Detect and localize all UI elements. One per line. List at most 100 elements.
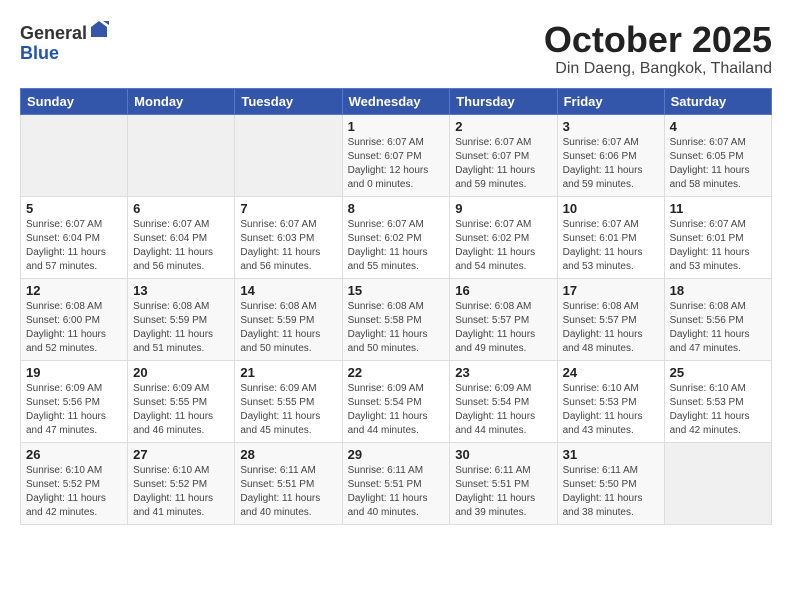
- calendar-cell: 8 Sunrise: 6:07 AMSunset: 6:02 PMDaylight…: [342, 196, 450, 278]
- calendar-cell: 30 Sunrise: 6:11 AMSunset: 5:51 PMDayligh…: [450, 442, 557, 524]
- day-number: 15: [348, 283, 445, 298]
- calendar-cell: 17 Sunrise: 6:08 AMSunset: 5:57 PMDayligh…: [557, 278, 664, 360]
- calendar-cell: 1 Sunrise: 6:07 AMSunset: 6:07 PMDaylight…: [342, 114, 450, 196]
- calendar-cell: [128, 114, 235, 196]
- weekday-header-friday: Friday: [557, 88, 664, 114]
- calendar: SundayMondayTuesdayWednesdayThursdayFrid…: [20, 88, 772, 525]
- calendar-cell: 27 Sunrise: 6:10 AMSunset: 5:52 PMDayligh…: [128, 442, 235, 524]
- calendar-cell: [235, 114, 342, 196]
- calendar-cell: 21 Sunrise: 6:09 AMSunset: 5:55 PMDayligh…: [235, 360, 342, 442]
- day-number: 6: [133, 201, 229, 216]
- day-number: 23: [455, 365, 551, 380]
- day-info: Sunrise: 6:07 AMSunset: 6:01 PMDaylight:…: [670, 218, 766, 274]
- month-title: October 2025: [544, 20, 772, 60]
- day-info: Sunrise: 6:09 AMSunset: 5:55 PMDaylight:…: [240, 382, 336, 438]
- calendar-cell: 10 Sunrise: 6:07 AMSunset: 6:01 PMDayligh…: [557, 196, 664, 278]
- day-info: Sunrise: 6:08 AMSunset: 5:59 PMDaylight:…: [133, 300, 229, 356]
- day-number: 17: [563, 283, 659, 298]
- calendar-cell: 18 Sunrise: 6:08 AMSunset: 5:56 PMDayligh…: [664, 278, 771, 360]
- day-info: Sunrise: 6:08 AMSunset: 5:58 PMDaylight:…: [348, 300, 445, 356]
- day-info: Sunrise: 6:09 AMSunset: 5:54 PMDaylight:…: [348, 382, 445, 438]
- calendar-cell: 25Sunrise: 6:10 AMSunset: 5:53 PMDayligh…: [664, 360, 771, 442]
- calendar-cell: 16 Sunrise: 6:08 AMSunset: 5:57 PMDayligh…: [450, 278, 557, 360]
- day-info: Sunrise: 6:11 AMSunset: 5:51 PMDaylight:…: [455, 464, 551, 520]
- day-info: Sunrise: 6:07 AMSunset: 6:03 PMDaylight:…: [240, 218, 336, 274]
- day-info: Sunrise: 6:07 AMSunset: 6:07 PMDaylight:…: [348, 136, 445, 192]
- calendar-cell: 28 Sunrise: 6:11 AMSunset: 5:51 PMDayligh…: [235, 442, 342, 524]
- day-number: 10: [563, 201, 659, 216]
- weekday-header-wednesday: Wednesday: [342, 88, 450, 114]
- calendar-cell: 7Sunrise: 6:07 AMSunset: 6:03 PMDaylight…: [235, 196, 342, 278]
- calendar-cell: 14 Sunrise: 6:08 AMSunset: 5:59 PMDayligh…: [235, 278, 342, 360]
- calendar-cell: 24 Sunrise: 6:10 AMSunset: 5:53 PMDayligh…: [557, 360, 664, 442]
- logo-general-text: General: [20, 23, 87, 43]
- calendar-cell: 11Sunrise: 6:07 AMSunset: 6:01 PMDayligh…: [664, 196, 771, 278]
- day-number: 21: [240, 365, 336, 380]
- weekday-header-monday: Monday: [128, 88, 235, 114]
- calendar-cell: 6Sunrise: 6:07 AMSunset: 6:04 PMDaylight…: [128, 196, 235, 278]
- day-number: 18: [670, 283, 766, 298]
- logo-icon: [89, 19, 109, 39]
- day-number: 24: [563, 365, 659, 380]
- calendar-cell: 19 Sunrise: 6:09 AMSunset: 5:56 PMDayligh…: [21, 360, 128, 442]
- calendar-cell: 31Sunrise: 6:11 AMSunset: 5:50 PMDayligh…: [557, 442, 664, 524]
- day-number: 19: [26, 365, 122, 380]
- calendar-cell: 29 Sunrise: 6:11 AMSunset: 5:51 PMDayligh…: [342, 442, 450, 524]
- day-number: 28: [240, 447, 336, 462]
- day-number: 30: [455, 447, 551, 462]
- calendar-cell: 22 Sunrise: 6:09 AMSunset: 5:54 PMDayligh…: [342, 360, 450, 442]
- day-info: Sunrise: 6:07 AMSunset: 6:04 PMDaylight:…: [26, 218, 122, 274]
- day-info: Sunrise: 6:11 AMSunset: 5:51 PMDaylight:…: [348, 464, 445, 520]
- day-info: Sunrise: 6:10 AMSunset: 5:53 PMDaylight:…: [563, 382, 659, 438]
- day-info: Sunrise: 6:10 AMSunset: 5:52 PMDaylight:…: [26, 464, 122, 520]
- calendar-cell: 13Sunrise: 6:08 AMSunset: 5:59 PMDayligh…: [128, 278, 235, 360]
- day-info: Sunrise: 6:07 AMSunset: 6:02 PMDaylight:…: [455, 218, 551, 274]
- day-number: 8: [348, 201, 445, 216]
- weekday-header-tuesday: Tuesday: [235, 88, 342, 114]
- day-number: 25: [670, 365, 766, 380]
- day-info: Sunrise: 6:11 AMSunset: 5:51 PMDaylight:…: [240, 464, 336, 520]
- calendar-cell: 26 Sunrise: 6:10 AMSunset: 5:52 PMDayligh…: [21, 442, 128, 524]
- day-info: Sunrise: 6:08 AMSunset: 5:56 PMDaylight:…: [670, 300, 766, 356]
- calendar-cell: [664, 442, 771, 524]
- day-number: 2: [455, 119, 551, 134]
- calendar-cell: 2 Sunrise: 6:07 AMSunset: 6:07 PMDaylight…: [450, 114, 557, 196]
- day-number: 14: [240, 283, 336, 298]
- day-info: Sunrise: 6:08 AMSunset: 5:59 PMDaylight:…: [240, 300, 336, 356]
- day-number: 26: [26, 447, 122, 462]
- header: General Blue October 2025 Din Daeng, Ban…: [20, 20, 772, 78]
- day-number: 16: [455, 283, 551, 298]
- day-info: Sunrise: 6:07 AMSunset: 6:02 PMDaylight:…: [348, 218, 445, 274]
- calendar-cell: 9Sunrise: 6:07 AMSunset: 6:02 PMDaylight…: [450, 196, 557, 278]
- weekday-header-sunday: Sunday: [21, 88, 128, 114]
- logo: General Blue: [20, 24, 109, 64]
- day-info: Sunrise: 6:08 AMSunset: 5:57 PMDaylight:…: [455, 300, 551, 356]
- day-info: Sunrise: 6:07 AMSunset: 6:07 PMDaylight:…: [455, 136, 551, 192]
- day-number: 5: [26, 201, 122, 216]
- logo-blue-text: Blue: [20, 43, 59, 63]
- weekday-header-row: SundayMondayTuesdayWednesdayThursdayFrid…: [21, 88, 772, 114]
- day-number: 29: [348, 447, 445, 462]
- calendar-week-row: 12 Sunrise: 6:08 AMSunset: 6:00 PMDayligh…: [21, 278, 772, 360]
- day-info: Sunrise: 6:08 AMSunset: 6:00 PMDaylight:…: [26, 300, 122, 356]
- day-info: Sunrise: 6:08 AMSunset: 5:57 PMDaylight:…: [563, 300, 659, 356]
- title-area: October 2025 Din Daeng, Bangkok, Thailan…: [544, 20, 772, 78]
- day-info: Sunrise: 6:07 AMSunset: 6:01 PMDaylight:…: [563, 218, 659, 274]
- calendar-cell: [21, 114, 128, 196]
- calendar-week-row: 19 Sunrise: 6:09 AMSunset: 5:56 PMDayligh…: [21, 360, 772, 442]
- day-info: Sunrise: 6:09 AMSunset: 5:56 PMDaylight:…: [26, 382, 122, 438]
- calendar-week-row: 5 Sunrise: 6:07 AMSunset: 6:04 PMDaylight…: [21, 196, 772, 278]
- day-info: Sunrise: 6:07 AMSunset: 6:06 PMDaylight:…: [563, 136, 659, 192]
- day-info: Sunrise: 6:10 AMSunset: 5:52 PMDaylight:…: [133, 464, 229, 520]
- day-number: 1: [348, 119, 445, 134]
- day-number: 27: [133, 447, 229, 462]
- weekday-header-thursday: Thursday: [450, 88, 557, 114]
- day-number: 4: [670, 119, 766, 134]
- calendar-cell: 5 Sunrise: 6:07 AMSunset: 6:04 PMDaylight…: [21, 196, 128, 278]
- calendar-cell: 20Sunrise: 6:09 AMSunset: 5:55 PMDayligh…: [128, 360, 235, 442]
- calendar-cell: 12 Sunrise: 6:08 AMSunset: 6:00 PMDayligh…: [21, 278, 128, 360]
- day-number: 22: [348, 365, 445, 380]
- calendar-cell: 3Sunrise: 6:07 AMSunset: 6:06 PMDaylight…: [557, 114, 664, 196]
- day-number: 12: [26, 283, 122, 298]
- day-info: Sunrise: 6:09 AMSunset: 5:54 PMDaylight:…: [455, 382, 551, 438]
